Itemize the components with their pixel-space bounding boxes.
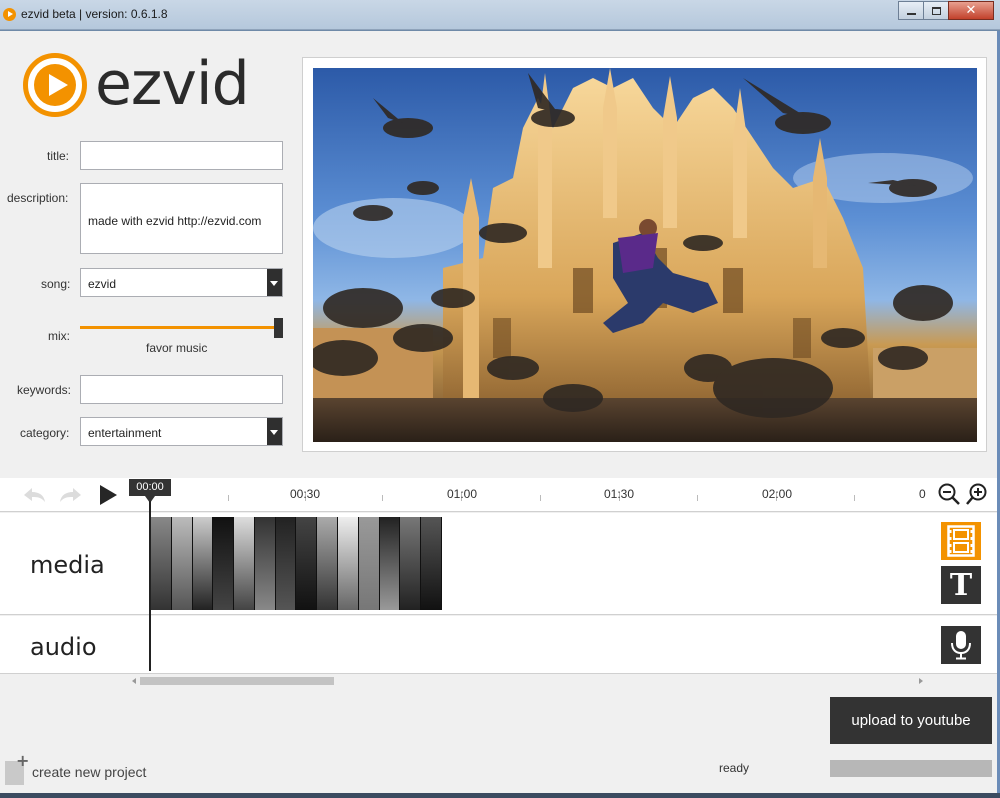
category-label: category: <box>20 426 70 440</box>
redo-icon[interactable] <box>58 486 84 504</box>
upload-to-youtube-button[interactable]: upload to youtube <box>830 697 992 744</box>
record-voice-button[interactable] <box>941 626 981 664</box>
taskbar-strip <box>0 793 1000 798</box>
media-clip[interactable] <box>151 517 172 610</box>
add-text-button[interactable]: T <box>941 566 981 604</box>
audio-track-label: audio <box>30 633 97 661</box>
create-new-project-label: create new project <box>32 764 147 780</box>
media-clip[interactable] <box>234 517 255 610</box>
zoom-in-icon[interactable] <box>965 482 989 506</box>
preview-frame <box>302 57 987 452</box>
text-icon: T <box>949 567 973 603</box>
zoom-out-icon[interactable] <box>937 482 961 506</box>
media-clip[interactable] <box>254 517 276 610</box>
category-select[interactable]: entertainment <box>80 417 283 446</box>
plus-icon: + <box>16 751 30 770</box>
scroll-right-icon[interactable] <box>919 678 923 684</box>
ruler-tick <box>697 495 698 501</box>
description-input[interactable]: made with ezvid http://ezvid.com <box>81 184 282 253</box>
media-clips[interactable] <box>151 517 442 610</box>
media-clip[interactable] <box>338 517 359 610</box>
logo-text: ezvid <box>95 49 250 119</box>
playhead-time[interactable]: 00:00 <box>129 479 171 496</box>
mix-caption: favor music <box>146 341 208 355</box>
song-value: ezvid <box>88 277 117 291</box>
chevron-down-icon[interactable] <box>267 269 282 296</box>
tick-label: 02:00 <box>762 487 793 501</box>
status-text: ready <box>719 761 750 775</box>
media-clip[interactable] <box>296 517 318 610</box>
description-field[interactable]: made with ezvid http://ezvid.com <box>80 183 283 254</box>
add-media-button[interactable] <box>941 522 981 560</box>
category-value: entertainment <box>88 426 162 440</box>
song-label: song: <box>41 277 71 291</box>
media-clip[interactable] <box>192 517 214 610</box>
tick-label: 01:30 <box>604 487 635 501</box>
media-clip[interactable] <box>213 517 235 610</box>
title-field[interactable] <box>80 141 283 170</box>
minimize-icon <box>906 12 916 15</box>
close-button[interactable]: ✕ <box>948 1 994 20</box>
ruler-tick <box>382 495 383 501</box>
media-clip[interactable] <box>317 517 339 610</box>
app-icon <box>3 8 16 21</box>
keywords-field[interactable] <box>80 375 283 404</box>
keywords-label: keywords: <box>17 383 72 397</box>
maximize-icon <box>931 6 941 15</box>
timeline-scrollbar[interactable] <box>130 675 925 687</box>
film-icon <box>947 525 975 557</box>
maximize-button[interactable] <box>923 1 949 20</box>
upload-progress-bar <box>830 760 992 777</box>
ezvid-logo: ezvid <box>23 53 253 119</box>
main-panel: ezvid title: description: made with ezvi… <box>0 31 997 793</box>
ruler-tick <box>540 495 541 501</box>
tick-label: 00:30 <box>290 487 321 501</box>
preview-image <box>313 68 977 442</box>
title-label: title: <box>47 149 70 163</box>
play-logo-icon <box>23 53 87 117</box>
play-icon[interactable] <box>100 485 117 505</box>
chevron-down-icon[interactable] <box>267 418 282 445</box>
media-clip[interactable] <box>379 517 401 610</box>
media-clip[interactable] <box>275 517 297 610</box>
mix-label: mix: <box>48 329 70 343</box>
microphone-icon <box>951 631 971 660</box>
media-clip[interactable] <box>171 517 193 610</box>
playhead-line[interactable] <box>149 501 151 671</box>
song-select[interactable]: ezvid <box>80 268 283 297</box>
video-preview[interactable] <box>313 68 977 442</box>
minimize-button[interactable] <box>898 1 924 20</box>
scrollbar-thumb[interactable] <box>140 677 334 685</box>
window-title: ezvid beta | version: 0.6.1.8 <box>21 7 168 21</box>
keywords-input[interactable] <box>81 376 282 403</box>
tick-label: 0 <box>919 487 926 501</box>
media-clip[interactable] <box>400 517 422 610</box>
mix-slider-handle[interactable] <box>274 318 283 338</box>
title-input[interactable] <box>81 142 282 169</box>
ruler-tick <box>228 495 229 501</box>
description-label: description: <box>7 191 69 205</box>
title-bar: ezvid beta | version: 0.6.1.8 ✕ <box>0 0 1000 30</box>
media-clip[interactable] <box>421 517 442 610</box>
scroll-left-icon[interactable] <box>132 678 136 684</box>
mix-slider-track[interactable] <box>80 326 276 329</box>
undo-icon[interactable] <box>21 486 47 504</box>
create-new-project-button[interactable]: + create new project <box>2 753 162 787</box>
window-controls: ✕ <box>898 1 994 20</box>
tick-label: 01:00 <box>447 487 478 501</box>
media-track-label: media <box>30 551 105 579</box>
close-icon: ✕ <box>965 3 977 18</box>
ruler-tick <box>854 495 855 501</box>
media-clip[interactable] <box>358 517 380 610</box>
